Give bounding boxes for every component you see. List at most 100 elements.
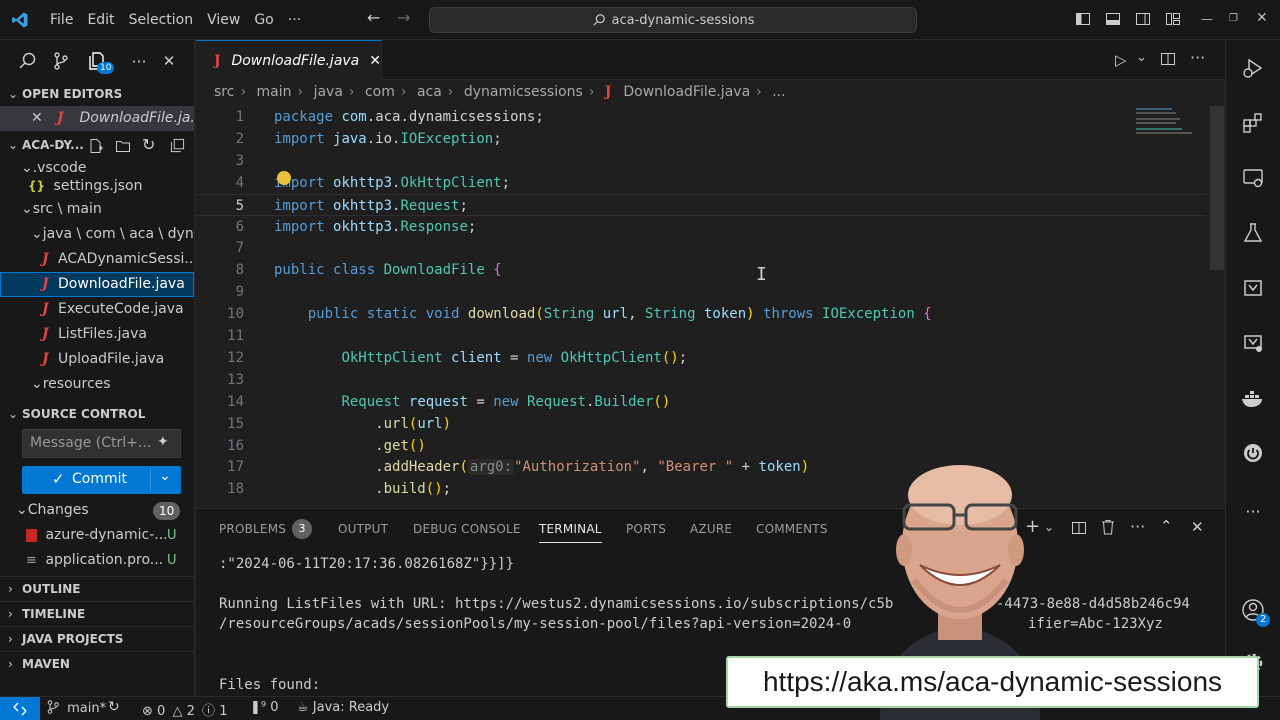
minimap[interactable] (1136, 106, 1206, 136)
forward-arrow-icon[interactable]: → (397, 8, 410, 27)
more-views-icon[interactable]: ··· (1240, 498, 1266, 524)
split-terminal-icon[interactable] (1071, 520, 1087, 540)
remote-explorer-icon[interactable] (1240, 165, 1266, 191)
tab-output[interactable]: OUTPUT (338, 522, 388, 536)
tab-comments[interactable]: COMMENTS (756, 522, 828, 536)
breadcrumb-item[interactable]: com (365, 84, 395, 100)
ports-status[interactable]: ❚⁹ 0 (250, 700, 279, 715)
close-panel-icon[interactable]: ✕ (1191, 518, 1204, 536)
tree-folder-resources[interactable]: ⌄resources (0, 372, 194, 397)
tab-debug-console[interactable]: DEBUG CONSOLE (413, 522, 521, 536)
run-dropdown-icon[interactable]: ⌄ (1136, 50, 1147, 65)
customize-layout-icon[interactable] (1163, 9, 1183, 29)
code-line[interactable]: 18 .build(); (196, 478, 1206, 500)
changes-group[interactable]: ⌄Changes 10 (0, 498, 194, 523)
code-line[interactable]: 3 (196, 150, 1206, 172)
back-arrow-icon[interactable]: ← (367, 8, 380, 27)
menu-file[interactable]: File (43, 6, 80, 34)
run-debug-icon[interactable] (1240, 55, 1266, 81)
code-line[interactable]: 17 .addHeader(arg0: "Authorization", "Bea… (196, 456, 1206, 478)
branch-status[interactable]: main* (47, 700, 106, 716)
testing-flask-icon[interactable] (1240, 220, 1266, 246)
tree-file-acadynamicsessions[interactable]: J ACADynamicSessi... (0, 247, 194, 272)
code-line[interactable]: 13 (196, 369, 1206, 391)
tree-file-settings-json[interactable]: {} settings.json (0, 178, 194, 196)
commit-button[interactable]: ✓ Commit ⌄ (22, 466, 181, 494)
commit-message-input[interactable]: Message (Ctrl+... ✦ (22, 429, 181, 458)
lightbulb-icon[interactable] (277, 171, 291, 185)
toggle-primary-sidebar-icon[interactable] (1073, 9, 1093, 29)
panel-more-icon[interactable]: ··· (1130, 517, 1145, 536)
code-line[interactable]: 4 import okhttp3.OkHttpClient; (196, 172, 1206, 194)
tree-file-executecode[interactable]: J ExecuteCode.java (0, 297, 194, 322)
code-line[interactable]: 10 public static void download(String ur… (196, 303, 1206, 325)
breadcrumb-item[interactable]: dynamicsessions (464, 84, 583, 100)
menu-edit[interactable]: Edit (80, 6, 121, 34)
close-tab-icon[interactable]: ✕ (369, 53, 381, 69)
breadcrumb-item[interactable]: aca (417, 84, 442, 100)
java-status[interactable]: ☕ Java: Ready (297, 700, 389, 715)
code-line[interactable]: 6 import okhttp3.Response; (196, 216, 1206, 238)
new-folder-icon[interactable] (115, 132, 131, 158)
tab-problems[interactable]: PROBLEMS (219, 522, 286, 536)
code-line[interactable]: 2 import java.io.IOException; (196, 128, 1206, 150)
code-line[interactable]: 12 OkHttpClient client = new OkHttpClien… (196, 347, 1206, 369)
outline-header[interactable]: › OUTLINE (0, 576, 194, 601)
search-icon[interactable] (16, 50, 38, 72)
breadcrumb-item[interactable]: DownloadFile.java (623, 84, 750, 100)
tab-terminal[interactable]: TERMINAL (539, 522, 602, 543)
accounts-icon[interactable]: 2 (1240, 597, 1271, 627)
menu-more[interactable]: ··· (281, 6, 308, 34)
collapse-all-icon[interactable] (170, 132, 185, 158)
maven-header[interactable]: › MAVEN (0, 651, 194, 676)
code-line[interactable]: 5 import okhttp3.Request; (196, 193, 1206, 216)
explorer-header[interactable]: ⌄ ACA-DY... ↻ (0, 132, 194, 158)
tree-folder-src-main[interactable]: ⌄src \ main (0, 197, 194, 222)
problems-status[interactable]: ⊗ 0 △ 2 ⓘ 1 (142, 700, 227, 719)
maximize-panel-icon[interactable]: ⌃ (1160, 517, 1173, 535)
editor-scrollbar[interactable] (1210, 106, 1224, 270)
tab-azure[interactable]: AZURE (690, 522, 732, 536)
minimize-icon[interactable]: — (1201, 12, 1213, 26)
toggle-secondary-sidebar-icon[interactable] (1133, 9, 1153, 29)
power-icon[interactable] (1240, 440, 1266, 466)
editor-more-actions-icon[interactable]: ··· (1190, 48, 1205, 67)
close-editor-icon[interactable]: ✕ (31, 106, 43, 131)
close-window-icon[interactable]: ✕ (1256, 10, 1268, 26)
source-control-header[interactable]: ⌄ SOURCE CONTROL (0, 402, 194, 426)
code-line[interactable]: 8 public class DownloadFile { (196, 259, 1206, 281)
code-line[interactable]: 11 (196, 325, 1206, 347)
restore-icon[interactable]: ❐ (1229, 13, 1238, 24)
explorer-files-icon[interactable]: 10 (85, 50, 115, 74)
refresh-icon[interactable]: ↻ (142, 132, 155, 158)
code-line[interactable]: 9 (196, 281, 1206, 303)
split-editor-icon[interactable] (1160, 51, 1176, 71)
timeline-header[interactable]: › TIMELINE (0, 601, 194, 626)
tree-file-uploadfile[interactable]: J UploadFile.java (0, 347, 194, 372)
vscode-logo-icon[interactable] (0, 0, 40, 40)
source-control-icon[interactable] (50, 50, 72, 72)
commit-dropdown-icon[interactable]: ⌄ (159, 468, 171, 484)
close-sidebar-icon[interactable]: ✕ (158, 50, 180, 72)
open-editor-item[interactable]: ✕ J DownloadFile.ja... (0, 106, 194, 131)
more-actions-icon[interactable]: ··· (128, 50, 150, 72)
tree-file-downloadfile[interactable]: J DownloadFile.java (0, 272, 194, 297)
run-icon[interactable]: ▷ (1115, 51, 1127, 69)
java-projects-header[interactable]: › JAVA PROJECTS (0, 626, 194, 651)
code-line[interactable]: 15 .url(url) (196, 413, 1206, 435)
tree-file-listfiles[interactable]: J ListFiles.java (0, 322, 194, 347)
trash-icon[interactable] (1101, 519, 1115, 539)
breadcrumb-item[interactable]: java (314, 84, 343, 100)
editor-tab[interactable]: J DownloadFile.java ✕ (196, 40, 382, 81)
breadcrumb-item[interactable]: src (214, 84, 234, 100)
code-line[interactable]: 16 .get() (196, 435, 1206, 457)
menu-go[interactable]: Go (247, 6, 280, 34)
code-line[interactable]: 7 (196, 237, 1206, 259)
menu-view[interactable]: View (200, 6, 247, 34)
menu-selection[interactable]: Selection (122, 6, 201, 34)
code-line[interactable]: 1 package com.aca.dynamicsessions; (196, 106, 1206, 128)
tree-folder-java-package[interactable]: ⌄java \ com \ aca \ dyn... (0, 222, 194, 247)
remote-indicator-icon[interactable] (0, 697, 40, 720)
terminal-dropdown-icon[interactable]: ⌄ (1044, 520, 1054, 534)
sparkle-icon[interactable]: ✦ (157, 434, 169, 450)
